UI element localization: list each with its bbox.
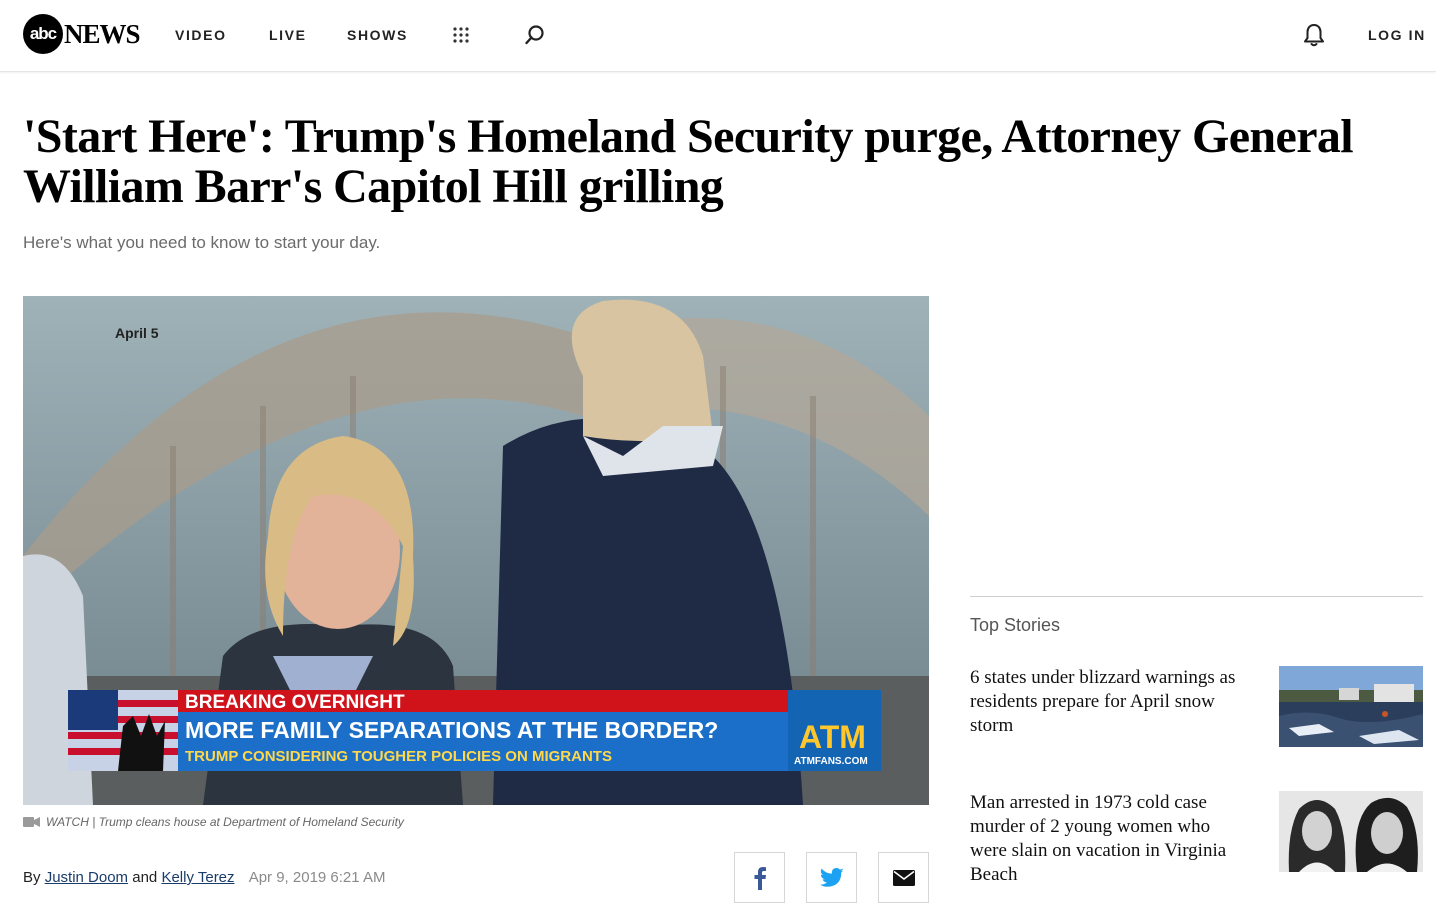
top-story-item[interactable]: 6 states under blizzard warnings as resi… xyxy=(970,666,1423,756)
article-headline: 'Start Here': Trump's Homeland Security … xyxy=(23,110,1354,213)
search-icon[interactable] xyxy=(524,24,546,46)
author-link-2[interactable]: Kelly Terez xyxy=(161,869,234,886)
twitter-share-button[interactable] xyxy=(806,852,857,903)
nav-shows[interactable]: SHOWS xyxy=(347,27,408,43)
banner-main-text: MORE FAMILY SEPARATIONS AT THE BORDER? xyxy=(185,717,718,743)
banner-sub-text: TRUMP CONSIDERING TOUGHER POLICIES ON MI… xyxy=(185,748,612,765)
abc-news-logo[interactable]: abc NEWS xyxy=(23,14,141,54)
byline-and: and xyxy=(132,869,158,886)
nav-live[interactable]: LIVE xyxy=(269,27,307,43)
two-portraits-image xyxy=(1279,791,1423,872)
bell-icon[interactable] xyxy=(1302,22,1326,48)
news-wordmark: NEWS xyxy=(64,18,141,49)
twitter-icon xyxy=(819,867,843,887)
video-camera-icon xyxy=(23,817,40,827)
atm-brand-text: ATM xyxy=(799,719,866,755)
log-in-button[interactable]: LOG IN xyxy=(1368,27,1426,43)
top-story-title[interactable]: 6 states under blizzard warnings as resi… xyxy=(970,666,1245,738)
flood-scene-image xyxy=(1279,666,1423,747)
email-share-button[interactable] xyxy=(878,852,929,903)
envelope-icon xyxy=(892,869,915,886)
date-stamp: April 5 xyxy=(115,325,159,341)
byline: By Justin Doom and Kelly Terez Apr 9, 20… xyxy=(23,869,385,886)
article-dek: Here's what you need to know to start yo… xyxy=(23,233,381,252)
hero-video-player[interactable]: April 5 BREAKING OVERNIGHT MORE FAMILY S… xyxy=(23,296,929,805)
top-stories-divider xyxy=(970,596,1423,597)
hero-video-still: April 5 BREAKING OVERNIGHT MORE FAMILY S… xyxy=(23,296,929,805)
caption-text: WATCH | Trump cleans house at Department… xyxy=(46,815,404,829)
publish-date: Apr 9, 2019 6:21 AM xyxy=(248,869,386,886)
grid-menu-icon[interactable] xyxy=(452,26,470,44)
atm-brand-url: ATMFANS.COM xyxy=(794,756,868,767)
facebook-share-button[interactable] xyxy=(734,852,785,903)
top-story-title[interactable]: Man arrested in 1973 cold case murder of… xyxy=(970,791,1245,887)
byline-prefix: By xyxy=(23,869,41,886)
abc-logo-mark: abc xyxy=(23,14,63,54)
top-story-item[interactable]: Man arrested in 1973 cold case murder of… xyxy=(970,791,1423,891)
nav-video[interactable]: VIDEO xyxy=(175,27,227,43)
top-story-thumbnail[interactable] xyxy=(1279,791,1423,872)
facebook-icon xyxy=(754,866,766,890)
top-story-thumbnail[interactable] xyxy=(1279,666,1423,747)
banner-top-text: BREAKING OVERNIGHT xyxy=(185,692,405,713)
video-caption: WATCH | Trump cleans house at Department… xyxy=(23,815,404,829)
author-link-1[interactable]: Justin Doom xyxy=(45,869,128,886)
top-stories-heading: Top Stories xyxy=(970,615,1061,635)
top-navigation-bar: abc NEWS VIDEO LIVE SHOWS LOG IN xyxy=(0,0,1436,72)
